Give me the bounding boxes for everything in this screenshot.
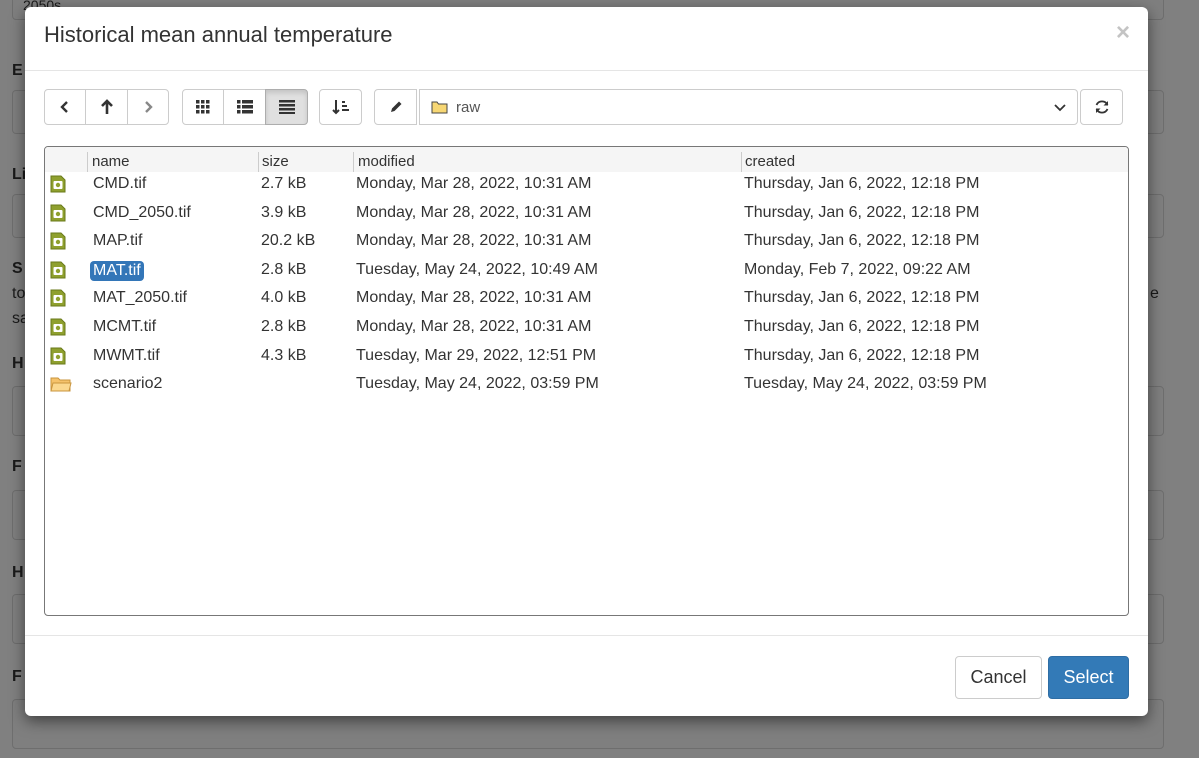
file-icon [50, 318, 66, 341]
cell-size: 2.8 kB [261, 317, 307, 335]
file-rows: CMD.tif 2.7 kB Monday, Mar 28, 2022, 10:31… [45, 172, 1128, 401]
cell-created: Thursday, Jan 6, 2022, 12:18 PM [744, 175, 980, 192]
cell-modified: Tuesday, Mar 29, 2022, 12:51 PM [356, 346, 597, 364]
sort-icon [331, 100, 349, 115]
dialog-footer: Cancel Select [25, 635, 1148, 717]
cell-name: CMD.tif [93, 175, 147, 192]
cell-name: MAT.tif [90, 260, 144, 281]
cell-name: scenario2 [93, 375, 163, 393]
directory-select[interactable]: raw [419, 89, 1078, 125]
cell-size: 4.3 kB [261, 346, 307, 364]
cell-created: Thursday, Jan 6, 2022, 12:18 PM [744, 232, 980, 250]
cell-modified: Monday, Mar 28, 2022, 10:31 AM [356, 317, 592, 335]
sort-button[interactable] [319, 89, 362, 125]
background-label: E [12, 62, 23, 79]
cell-created: Thursday, Jan 6, 2022, 12:18 PM [744, 346, 980, 364]
cell-created: Thursday, Jan 6, 2022, 12:18 PM [744, 289, 980, 307]
cell-name: MCMT.tif [93, 317, 157, 335]
list-view-icon [236, 100, 253, 114]
cell-size: 20.2 kB [261, 232, 316, 250]
cell-size: 2.7 kB [261, 175, 307, 192]
cell-name: MWMT.tif [93, 346, 160, 364]
file-icon [50, 175, 66, 198]
cancel-button[interactable]: Cancel [955, 656, 1042, 699]
arrow-up-icon [100, 99, 113, 114]
chevron-down-icon [1054, 104, 1066, 112]
detail-view-button[interactable] [265, 89, 308, 125]
file-row[interactable]: CMD.tif 2.7 kB Monday, Mar 28, 2022, 10:31… [45, 172, 1128, 201]
background-label: H [12, 355, 24, 372]
column-header-name[interactable]: name [92, 153, 130, 170]
cell-modified: Monday, Mar 28, 2022, 10:31 AM [356, 203, 592, 221]
table-header: name size modified created [45, 147, 1128, 172]
file-chooser-dialog: Historical mean annual temperature × raw… [25, 7, 1148, 716]
refresh-button[interactable] [1080, 89, 1123, 125]
folder-row[interactable]: scenario2 Tuesday, May 24, 2022, 03:59 PM… [45, 372, 1128, 401]
refresh-icon [1095, 100, 1108, 114]
cell-created: Tuesday, May 24, 2022, 03:59 PM [744, 375, 987, 393]
icon-view-button[interactable] [182, 89, 224, 125]
cell-size: 4.0 kB [261, 289, 307, 307]
file-icon [50, 204, 66, 227]
cell-name: CMD_2050.tif [93, 203, 191, 221]
file-icon [50, 232, 66, 255]
edit-path-button[interactable] [374, 89, 417, 125]
file-row[interactable]: CMD_2050.tif 3.9 kB Monday, Mar 28, 2022, … [45, 201, 1128, 230]
background-label: F [12, 458, 22, 475]
file-icon [50, 289, 66, 312]
column-header-size[interactable]: size [262, 153, 289, 170]
cell-created: Thursday, Jan 6, 2022, 12:18 PM [744, 203, 980, 221]
cell-name: MAT_2050.tif [93, 289, 187, 307]
cell-modified: Tuesday, May 24, 2022, 10:49 AM [356, 260, 598, 278]
file-row[interactable]: MAP.tif 20.2 kB Monday, Mar 28, 2022, 10:3… [45, 229, 1128, 258]
dialog-title: Historical mean annual temperature [44, 22, 393, 47]
forward-button[interactable] [127, 89, 169, 125]
cell-created: Thursday, Jan 6, 2022, 12:18 PM [744, 317, 980, 335]
select-button[interactable]: Select [1048, 656, 1129, 699]
file-toolbar: raw [44, 89, 1123, 127]
column-divider [741, 152, 742, 172]
background-label: S [12, 260, 23, 277]
column-divider [258, 152, 259, 172]
folder-icon [50, 375, 72, 398]
file-icon [50, 347, 66, 370]
background-label: F [12, 668, 22, 685]
cell-name: MAP.tif [93, 232, 143, 250]
folder-icon [431, 101, 448, 114]
background-text: e [1150, 285, 1159, 302]
column-divider [353, 152, 354, 172]
file-row[interactable]: MAT_2050.tif 4.0 kB Monday, Mar 28, 2022, … [45, 286, 1128, 315]
cell-size: 2.8 kB [261, 260, 307, 278]
back-button[interactable] [44, 89, 86, 125]
file-icon [50, 261, 66, 284]
file-row[interactable]: MCMT.tif 2.8 kB Monday, Mar 28, 2022, 10:3… [45, 315, 1128, 344]
detail-view-icon [278, 100, 295, 114]
chevron-left-icon [60, 101, 68, 113]
up-button[interactable] [85, 89, 128, 125]
column-header-modified[interactable]: modified [358, 153, 415, 170]
pencil-icon [390, 101, 401, 112]
list-view-button[interactable] [223, 89, 266, 125]
chevron-right-icon [145, 101, 153, 113]
directory-name: raw [456, 98, 481, 116]
column-divider [87, 152, 88, 172]
dialog-header: Historical mean annual temperature × [25, 7, 1148, 71]
file-table: name size modified created CMD.tif 2.7 kB… [44, 146, 1129, 616]
grid-view-icon [196, 100, 210, 114]
cell-size: 3.9 kB [261, 203, 307, 221]
file-row[interactable]: MAT.tif 2.8 kB Tuesday, May 24, 2022, 10:4… [45, 258, 1128, 287]
close-icon[interactable]: × [1116, 21, 1130, 45]
cell-modified: Monday, Mar 28, 2022, 10:31 AM [356, 232, 592, 250]
file-row[interactable]: MWMT.tif 4.3 kB Tuesday, Mar 29, 2022, 12:… [45, 344, 1128, 373]
cell-created: Monday, Feb 7, 2022, 09:22 AM [744, 260, 971, 278]
cell-modified: Tuesday, May 24, 2022, 03:59 PM [356, 375, 599, 393]
cell-modified: Monday, Mar 28, 2022, 10:31 AM [356, 289, 592, 307]
background-text: to [12, 285, 26, 302]
background-label: H [12, 564, 24, 581]
column-header-created[interactable]: created [745, 153, 795, 170]
cell-modified: Monday, Mar 28, 2022, 10:31 AM [356, 175, 592, 192]
